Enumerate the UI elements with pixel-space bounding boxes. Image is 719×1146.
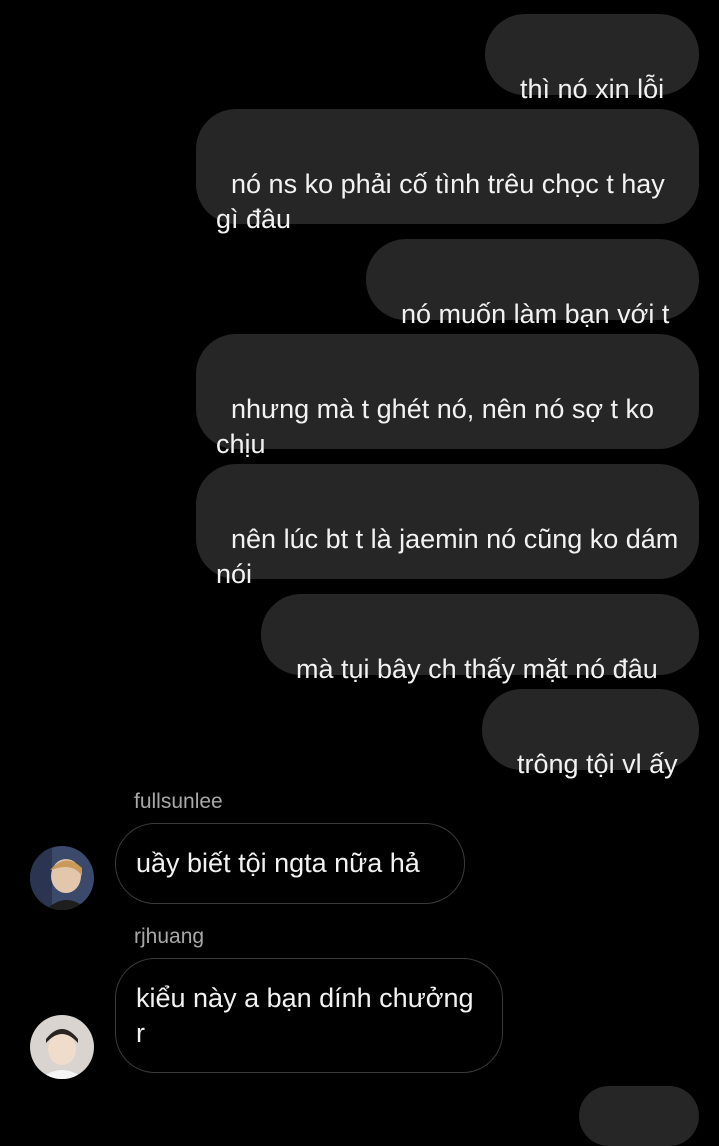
message-bubble-outgoing-partial[interactable]	[579, 1086, 699, 1146]
message-bubble-outgoing[interactable]: thì nó xin lỗi t	[485, 14, 699, 139]
message-text: mà tụi bây ch thấy mặt nó đâu	[296, 654, 658, 684]
message-bubble-outgoing[interactable]: nó ns ko phải cố tình trêu chọc t hay gì…	[196, 109, 699, 234]
message-text: kiểu này a bạn dính chưởng r	[136, 983, 474, 1048]
avatar-rjhuang[interactable]	[30, 1015, 94, 1079]
sender-name: fullsunlee	[134, 790, 223, 813]
avatar-top-partial[interactable]	[36, 0, 88, 6]
message-bubble-outgoing[interactable]: nên lúc bt t là jaemin nó cũng ko dám nó…	[196, 464, 699, 589]
message-bubble-outgoing[interactable]: nhưng mà t ghét nó, nên nó sợ t ko chịu	[196, 334, 699, 459]
message-text: uầy biết tội ngta nữa hả	[136, 848, 420, 878]
message-bubble-incoming[interactable]: kiểu này a bạn dính chưởng r	[115, 958, 503, 1073]
message-text: nên lúc bt t là jaemin nó cũng ko dám nó…	[216, 524, 686, 589]
avatar-fullsunlee[interactable]	[30, 846, 94, 910]
message-text: nó ns ko phải cố tình trêu chọc t hay gì…	[216, 169, 673, 234]
sender-name: rjhuang	[134, 925, 205, 948]
message-text: trông tội vl ấy	[517, 749, 678, 779]
message-bubble-outgoing[interactable]: mà tụi bây ch thấy mặt nó đâu	[261, 594, 699, 684]
message-bubble-incoming[interactable]: uầy biết tội ngta nữa hả	[115, 823, 465, 904]
message-bubble-outgoing[interactable]: nó muốn làm bạn với t	[366, 239, 699, 329]
message-text: nhưng mà t ghét nó, nên nó sợ t ko chịu	[216, 394, 662, 459]
message-bubble-outgoing[interactable]: trông tội vl ấy	[482, 689, 699, 779]
message-text: nó muốn làm bạn với t	[401, 299, 670, 329]
